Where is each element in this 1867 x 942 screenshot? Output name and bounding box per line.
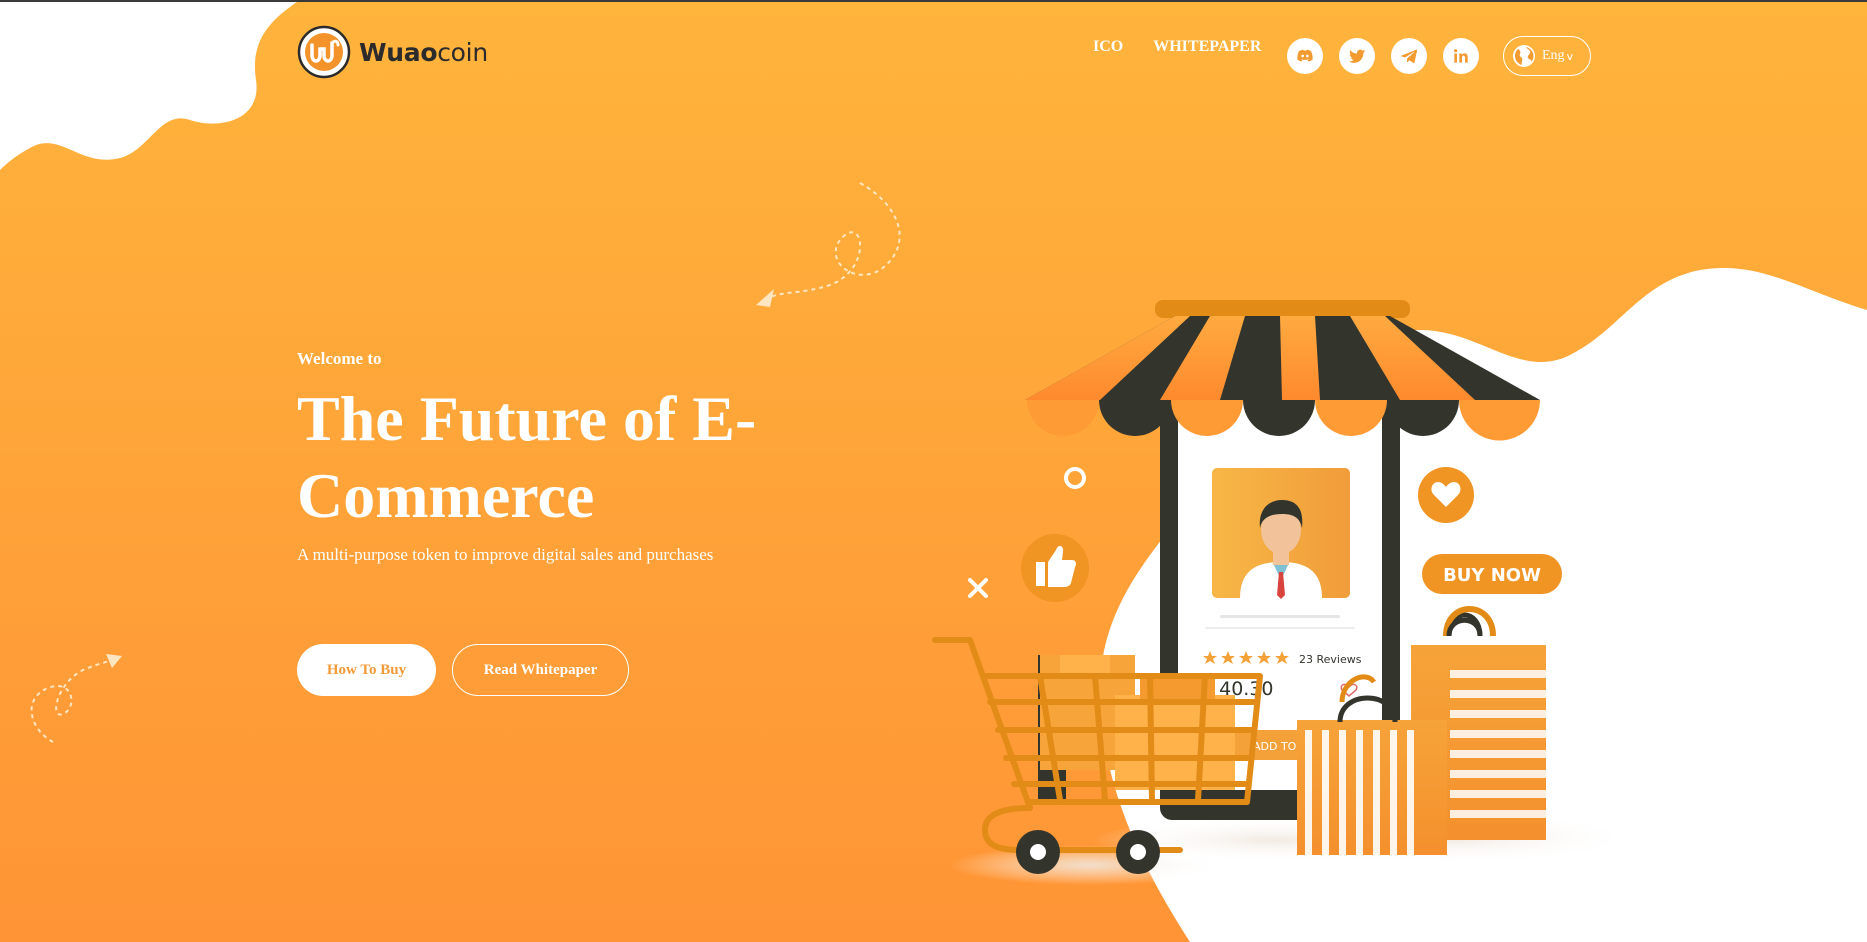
welcome-text: Welcome to [297,349,382,368]
top-border [0,0,1867,2]
telegram-icon [1400,49,1418,64]
how-to-buy-button[interactable]: How To Buy [297,644,436,696]
language-selector[interactable]: Eng v [1503,36,1591,76]
hero-headline: The Future of E-Commerce [297,383,757,531]
brand-name: Wuaocoin [359,38,488,67]
telegram-link[interactable] [1391,38,1427,74]
twitter-icon [1349,49,1366,63]
nav-link-ico[interactable]: ICO [1093,38,1123,56]
social-links [1287,38,1495,74]
linkedin-link[interactable] [1443,38,1479,74]
chevron-down-icon: v [1566,49,1574,63]
brand-logo[interactable]: Wuaocoin [297,25,488,79]
hero-subtitle: A multi-purpose token to improve digital… [297,545,714,564]
language-label: Eng [1542,48,1565,63]
nav-link-whitepaper[interactable]: WHITEPAPER [1153,38,1261,56]
shop-illustration: 23 Reviews $ 40.30 + ADD TO C BUY NOW [932,300,1640,885]
brand-name-bold: Wuao [359,37,438,67]
linkedin-icon [1454,49,1468,63]
dashed-arrow-left-decoration [30,654,122,743]
discord-icon [1297,49,1313,62]
discord-link[interactable] [1287,38,1323,74]
wuaocoin-logo-icon [297,25,351,79]
brand-name-rest: coin [437,37,488,67]
globe-icon [1513,45,1535,67]
buy-now-badge: BUY NOW [1443,565,1541,586]
reviews-count: 23 Reviews [1299,653,1362,666]
twitter-link[interactable] [1339,38,1375,74]
top-nav: ICO WHITEPAPER [1093,38,1289,56]
read-whitepaper-button[interactable]: Read Whitepaper [452,644,629,696]
